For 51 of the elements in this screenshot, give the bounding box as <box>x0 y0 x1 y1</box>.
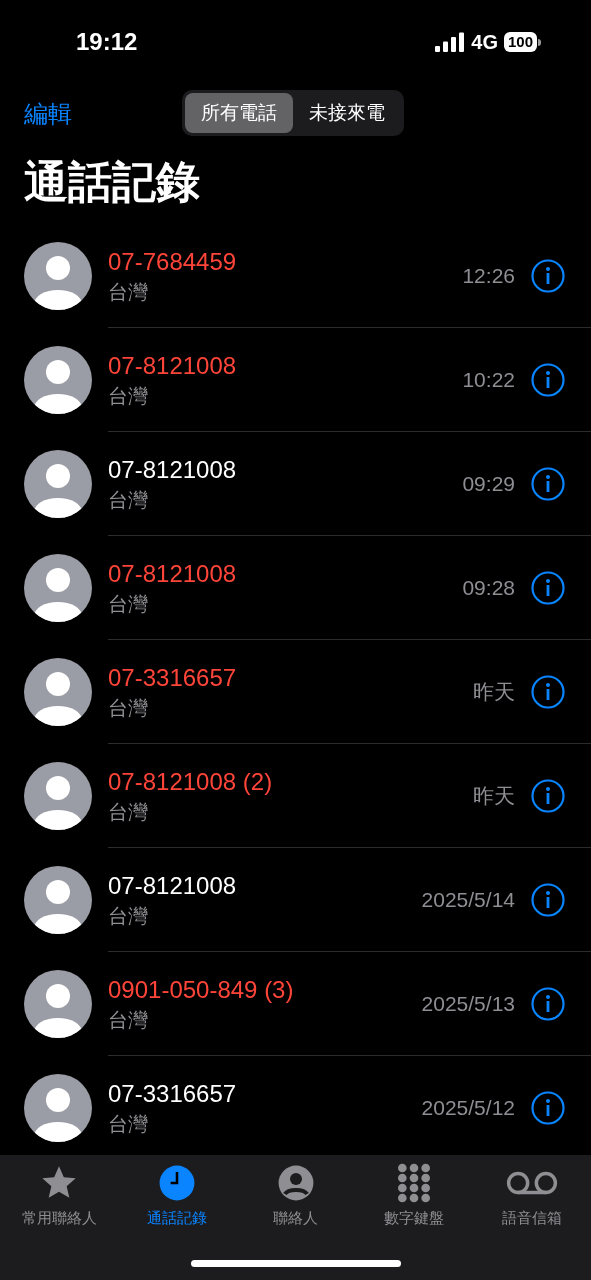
call-time: 12:26 <box>462 262 515 289</box>
phone-number: 07-7684459 <box>108 246 238 277</box>
phone-number: 07-8121008 <box>108 870 238 901</box>
phone-number: 0901-050-849 (3) <box>108 974 295 1005</box>
info-icon[interactable] <box>531 674 565 709</box>
info-icon[interactable] <box>531 986 565 1021</box>
phone-number: 07-8121008 <box>108 558 238 589</box>
call-location: 台灣 <box>108 799 149 825</box>
page-title: 通話記錄 <box>24 156 200 208</box>
call-time: 昨天 <box>473 782 515 809</box>
status-time: 19:12 <box>76 27 138 57</box>
tab-item[interactable]: 通話記錄 <box>118 1163 237 1230</box>
call-location: 台灣 <box>108 1111 149 1137</box>
info-icon[interactable] <box>531 882 565 917</box>
tab-item[interactable]: 語音信箱 <box>472 1163 591 1230</box>
call-time: 2025/5/12 <box>421 1094 515 1121</box>
call-time: 09:28 <box>462 574 515 601</box>
tab-item[interactable]: 聯絡人 <box>236 1163 355 1230</box>
tab-item[interactable]: 數字鍵盤 <box>354 1163 473 1230</box>
info-icon[interactable] <box>531 1090 565 1125</box>
phone-number: 07-8121008 (2) <box>108 766 274 797</box>
call-location: 台灣 <box>108 1007 149 1033</box>
call-time: 2025/5/13 <box>421 990 515 1017</box>
info-icon[interactable] <box>531 466 565 501</box>
phone-number: 07-3316657 <box>108 1078 238 1109</box>
segment-tab[interactable]: 所有電話 <box>185 93 293 133</box>
tab-item[interactable]: 常用聯絡人 <box>0 1163 119 1230</box>
call-location: 台灣 <box>108 591 149 617</box>
info-icon[interactable] <box>531 362 565 397</box>
segment-tab[interactable]: 未接來電 <box>293 93 401 133</box>
call-time: 10:22 <box>462 366 515 393</box>
info-icon[interactable] <box>531 258 565 293</box>
call-location: 台灣 <box>108 695 149 721</box>
call-location: 台灣 <box>108 383 149 409</box>
call-location: 台灣 <box>108 903 149 929</box>
call-time: 09:29 <box>462 470 515 497</box>
info-icon[interactable] <box>531 778 565 813</box>
call-location: 台灣 <box>108 487 149 513</box>
phone-number: 07-8121008 <box>108 454 238 485</box>
call-time: 昨天 <box>473 678 515 705</box>
battery-icon: 100 <box>503 32 537 52</box>
network-type: 4G <box>471 30 498 55</box>
edit-button[interactable]: 編輯 <box>24 96 72 132</box>
info-icon[interactable] <box>531 570 565 605</box>
call-time: 2025/5/14 <box>421 886 515 913</box>
call-location: 台灣 <box>108 279 149 305</box>
clock-icon <box>158 1164 197 1202</box>
phone-number: 07-8121008 <box>108 350 238 381</box>
phone-number: 07-3316657 <box>108 662 238 693</box>
signal-icon <box>435 32 466 52</box>
person-icon <box>276 1164 315 1202</box>
